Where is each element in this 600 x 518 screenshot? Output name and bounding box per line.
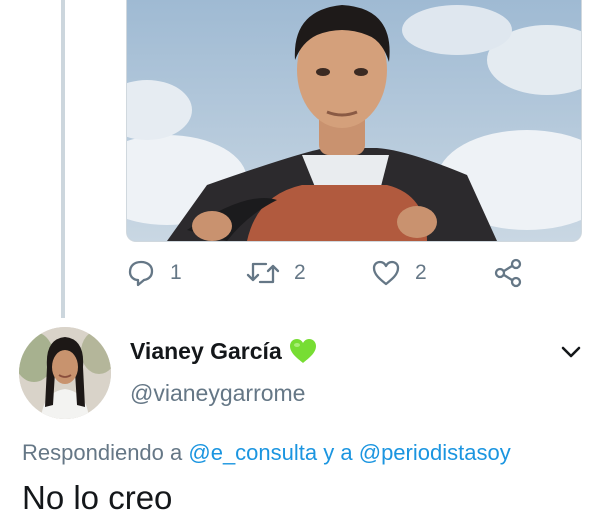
retweet-action[interactable]: 2 — [246, 258, 306, 288]
avatar-photo — [19, 327, 111, 419]
share-action[interactable] — [494, 258, 524, 288]
reply-icon — [126, 258, 156, 288]
replying-to-line: Respondiendo a @e_consulta y a @periodis… — [22, 440, 511, 466]
reply-action[interactable]: 1 — [126, 258, 182, 288]
replying-to-prefix: Respondiendo a — [22, 440, 183, 465]
mention-periodistasoy[interactable]: @periodistasoy — [359, 440, 511, 465]
reply-count: 1 — [170, 261, 182, 284]
retweet-icon — [246, 258, 280, 288]
author-display-name[interactable]: Vianey García — [130, 338, 282, 365]
share-icon — [494, 258, 524, 288]
replying-to-connector: y a — [323, 440, 353, 465]
mention-e-consulta[interactable]: @e_consulta — [188, 440, 317, 465]
author-name-row[interactable]: Vianey García — [130, 337, 318, 365]
tweet-text: No lo creo — [22, 479, 173, 516]
avatar[interactable] — [19, 327, 111, 419]
chevron-down-icon[interactable] — [560, 343, 582, 366]
author-handle[interactable]: @vianeygarrome — [130, 380, 305, 407]
man-photo — [127, 0, 581, 241]
like-count: 2 — [415, 261, 427, 284]
thread-line — [61, 0, 65, 318]
like-action[interactable]: 2 — [371, 258, 427, 288]
green-heart-icon — [282, 337, 318, 365]
tweet-actions-bar: 1 2 2 — [126, 258, 546, 292]
heart-outline-icon — [371, 258, 401, 288]
tweet-media-image[interactable] — [126, 0, 582, 242]
retweet-count: 2 — [294, 261, 306, 284]
